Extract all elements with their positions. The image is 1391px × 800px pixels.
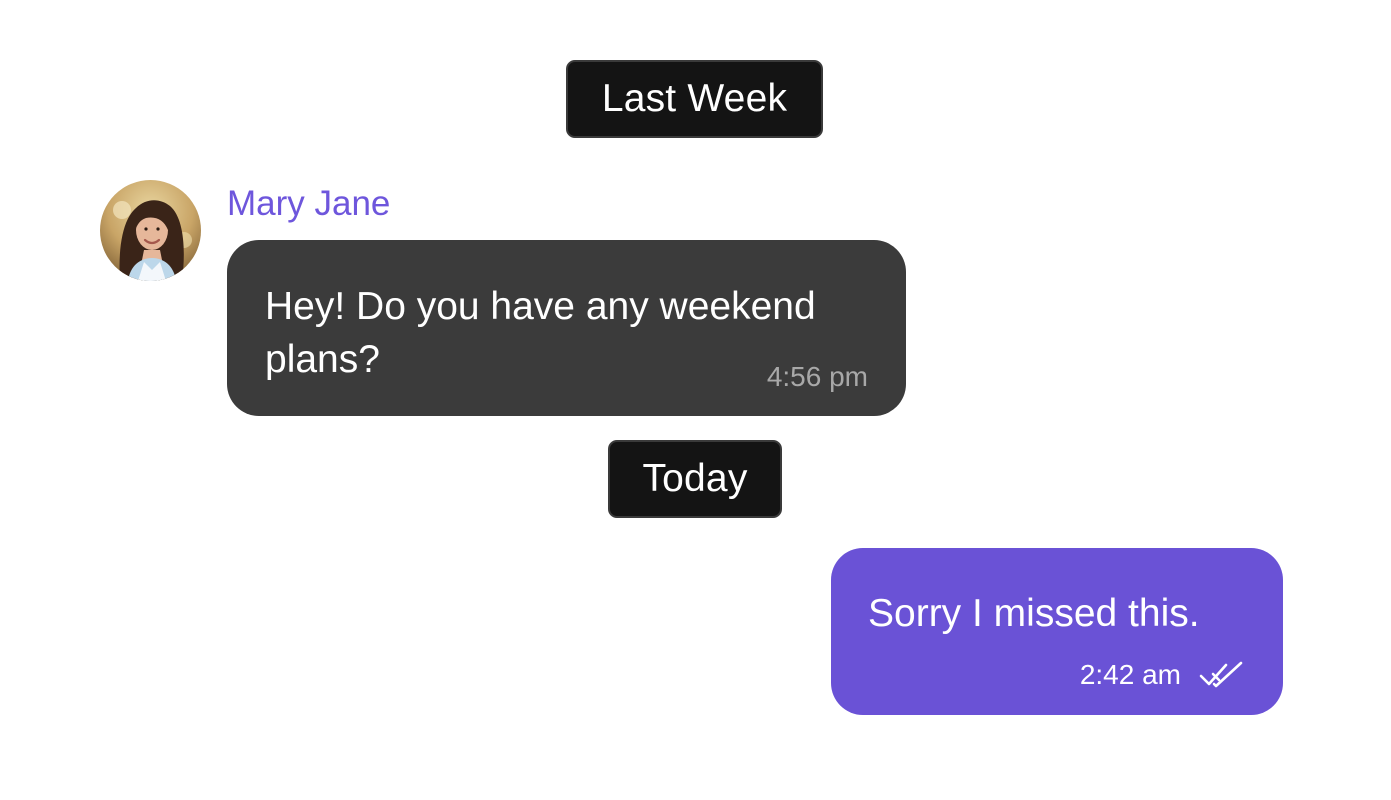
message-timestamp: 2:42 am <box>1079 659 1181 690</box>
chat-thread: Last Week Mary Jane Hey! Do you have any… <box>0 0 1391 800</box>
message-timestamp: 4:56 pm <box>766 361 868 392</box>
incoming-message-bubble[interactable]: Hey! Do you have any weekend plans? 4:56… <box>227 240 906 416</box>
avatar[interactable] <box>100 180 201 281</box>
outgoing-message-bubble[interactable]: Sorry I missed this. 2:42 am <box>831 548 1283 715</box>
sender-name: Mary Jane <box>227 184 391 223</box>
user-avatar-photo-icon <box>100 180 201 281</box>
date-separator-today: Today <box>608 440 782 518</box>
double-check-read-icon <box>1199 661 1243 688</box>
message-meta: 2:42 am <box>1080 659 1243 691</box>
message-text: Sorry I missed this. <box>868 592 1200 635</box>
date-separator-last-week: Last Week <box>566 60 823 138</box>
